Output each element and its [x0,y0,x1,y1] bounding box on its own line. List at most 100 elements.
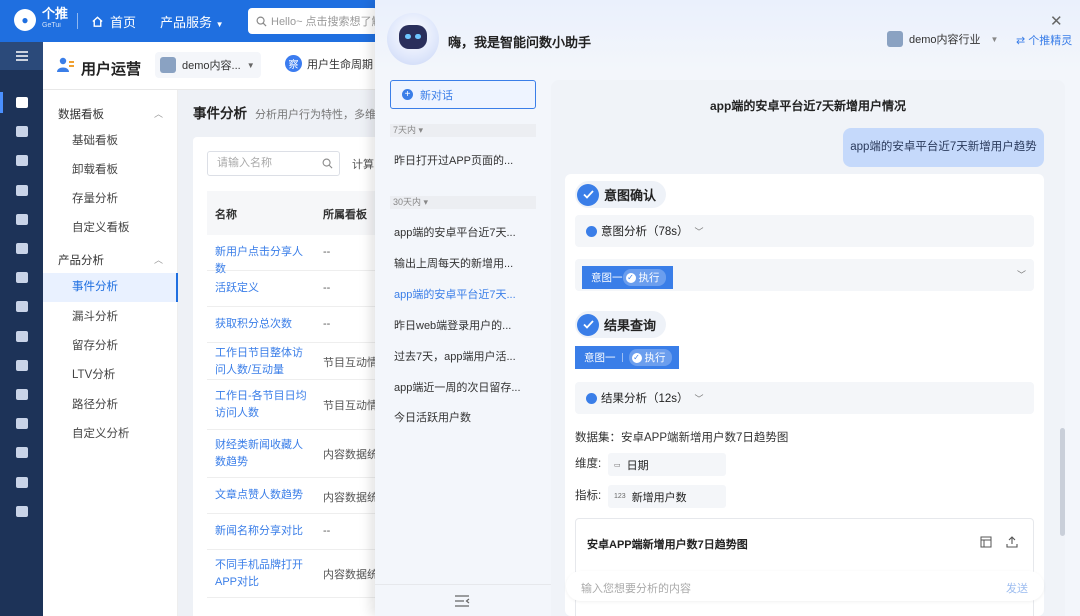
event-name-link[interactable]: 新闻名称分享对比 [215,523,311,540]
intent-analysis-toggle[interactable]: 意图分析（78s） ﹀ [575,215,1034,247]
nav-item-basic-dashboard[interactable]: 基础看板 [43,127,178,156]
lifecycle-tab[interactable]: 察 用户生命周期 [285,55,373,72]
event-name-link[interactable]: 工作日节目整体访问人数/互动量 [215,345,311,379]
section-subtitle: 分析用户行为特性，多维对 [255,109,387,121]
name-filter-input[interactable]: 请输入名称 [207,151,340,176]
history-item-active[interactable]: app端的安卓平台近7天... [394,286,516,302]
intent-chip[interactable]: 意图一 ✓ 执行 [582,266,673,289]
result-intent-chip[interactable]: 意图一 ✓ 执行 [575,346,679,369]
product-services-menu[interactable]: 产品服务 ▼ [160,12,224,31]
send-button[interactable]: 发送 [1006,580,1028,596]
collapse-menu-icon[interactable] [455,595,470,607]
event-name-link[interactable]: 文章点赞人数趋势 [215,487,311,504]
nav-item-uninstall-dashboard[interactable]: 卸载看板 [43,156,178,185]
history-item[interactable]: 今日活跃用户数 [394,409,471,425]
table-row: 获取积分总次数 -- [207,307,383,343]
sidebar-server-icon[interactable] [0,497,43,526]
new-chat-button[interactable]: + 新对话 [390,80,536,109]
dashboard-cell: -- [323,246,331,258]
calc-label: 计算 [352,159,374,171]
table-header: 名称 所属看板 [207,191,383,235]
chat-input[interactable]: 输入您想要分析的内容 发送 [566,571,1044,601]
nav-item-custom-dashboard[interactable]: 自定义看板 [43,214,178,243]
result-analysis-toggle[interactable]: 结果分析（12s） ﹀ [575,382,1034,414]
nav-item-funnel-analysis[interactable]: 漏斗分析 [43,303,178,332]
page-title: 用户运营 [81,61,142,78]
event-name-link[interactable]: 活跃定义 [215,280,311,297]
nav-item-stock-analysis[interactable]: 存量分析 [43,185,178,214]
number-icon: 123 [614,493,626,500]
chart-title: 安卓APP端新增用户数7日趋势图 [587,539,748,551]
divider [77,13,78,29]
history-item[interactable]: app端的安卓平台近7天... [394,224,516,240]
history-group-label: 30天内 [393,197,422,207]
nav-item-retention-analysis[interactable]: 留存分析 [43,332,178,361]
sidebar-robot-icon[interactable] [0,234,43,263]
hamburger-icon [15,51,28,61]
history-group-30days[interactable]: 30天内 ▾ [390,196,536,209]
elf-link[interactable]: ⇄ 个推精灵 [1016,32,1072,48]
event-name-link[interactable]: 不同手机品牌打开APP对比 [215,557,311,591]
demo-content-select[interactable]: demo内容... ▼ [155,52,261,78]
nav-item-ltv-analysis[interactable]: LTV分析 [43,361,178,390]
history-item[interactable]: 昨日web端登录用户的... [394,317,511,333]
sidebar-group-icon[interactable] [0,146,43,175]
chevron-down-icon: ▼ [215,20,224,29]
sub-header: 用户运营 demo内容... ▼ 察 用户生命周期 [43,42,380,90]
chevron-up-icon[interactable]: ︿ [154,253,163,266]
dataset-label: 数据集：安卓APP端新增用户数7日趋势图 [575,432,789,444]
nav-item-event-analysis[interactable]: 事件分析 [43,273,178,302]
industry-select[interactable]: demo内容行业 ▼ [887,31,998,47]
sidebar-tag-icon[interactable] [0,322,43,351]
home-link[interactable]: 首页 [91,12,136,31]
nav-item-custom-analysis[interactable]: 自定义分析 [43,420,178,449]
history-item[interactable]: 昨日打开过APP页面的... [394,152,513,168]
column-header-name: 名称 [215,209,237,221]
data-table-icon[interactable] [980,536,992,548]
nav-group-product-analysis[interactable]: 产品分析 [58,252,104,268]
history-group-7days[interactable]: 7天内 ▾ [390,124,536,137]
sidebar-user-tag-icon[interactable] [0,292,43,321]
sidebar-id-card-icon[interactable] [0,380,43,409]
event-name-link[interactable]: 获取积分总次数 [215,316,311,333]
smile-icon [586,225,597,237]
sidebar-inbox-icon[interactable] [0,205,43,234]
logo[interactable]: ● 个推 GeTui [14,7,68,32]
sidebar-search-icon[interactable] [0,438,43,467]
sidebar-globe-icon[interactable] [0,409,43,438]
dimension-pill: ▭ 日期 [608,453,726,476]
execute-button[interactable]: ✓ 执行 [622,269,666,286]
nav-item-path-analysis[interactable]: 路径分析 [43,391,178,420]
sidebar-user-ops-icon[interactable] [0,88,43,117]
sidebar-megaphone-icon[interactable] [0,176,43,205]
chevron-up-icon[interactable]: ︿ [154,107,163,120]
history-item[interactable]: app端近一周的次日留存... [394,379,521,395]
table-row: 工作日-各节目日均访问人数 节目互动情 [207,380,383,430]
menu-toggle-button[interactable] [0,42,43,70]
home-icon [92,16,103,27]
assistant-greeting: 嗨，我是智能问数小助手 [448,35,592,50]
robot-avatar-icon [387,13,439,65]
chat-title: app端的安卓平台近7天新增用户情况 [709,99,906,113]
search-input[interactable]: Hello~ 点击搜索想了解 [248,8,378,34]
event-name-link[interactable]: 工作日-各节目日均访问人数 [215,388,311,422]
history-item[interactable]: 过去7天，app端用户活... [394,348,516,364]
sidebar-cubes-icon[interactable] [0,351,43,380]
history-item[interactable]: 输出上周每天的新增用... [394,255,513,271]
dashboard-cell: -- [323,525,331,537]
table-row: 文章点赞人数趋势 内容数据统 [207,478,383,514]
chat-input-placeholder: 输入您想要分析的内容 [581,583,691,595]
scrollbar-thumb[interactable] [1060,428,1065,536]
close-icon[interactable]: ✕ [1050,12,1063,30]
execute-button[interactable]: ✓ 执行 [628,349,672,366]
dashboard-cell: 内容数据统 [323,569,378,581]
nav-group-dashboards[interactable]: 数据看板 [58,106,104,122]
sidebar-chart-icon[interactable] [0,263,43,292]
export-icon[interactable] [1006,536,1018,548]
sidebar-dashboard-icon[interactable] [0,117,43,146]
logo-subtext: GeTui [42,22,61,29]
event-name-link[interactable]: 财经类新闻收藏人数趋势 [215,437,311,471]
sidebar-users-icon[interactable] [0,467,43,496]
search-icon [322,158,333,169]
table-row: 不同手机品牌打开APP对比 内容数据统 [207,550,383,598]
